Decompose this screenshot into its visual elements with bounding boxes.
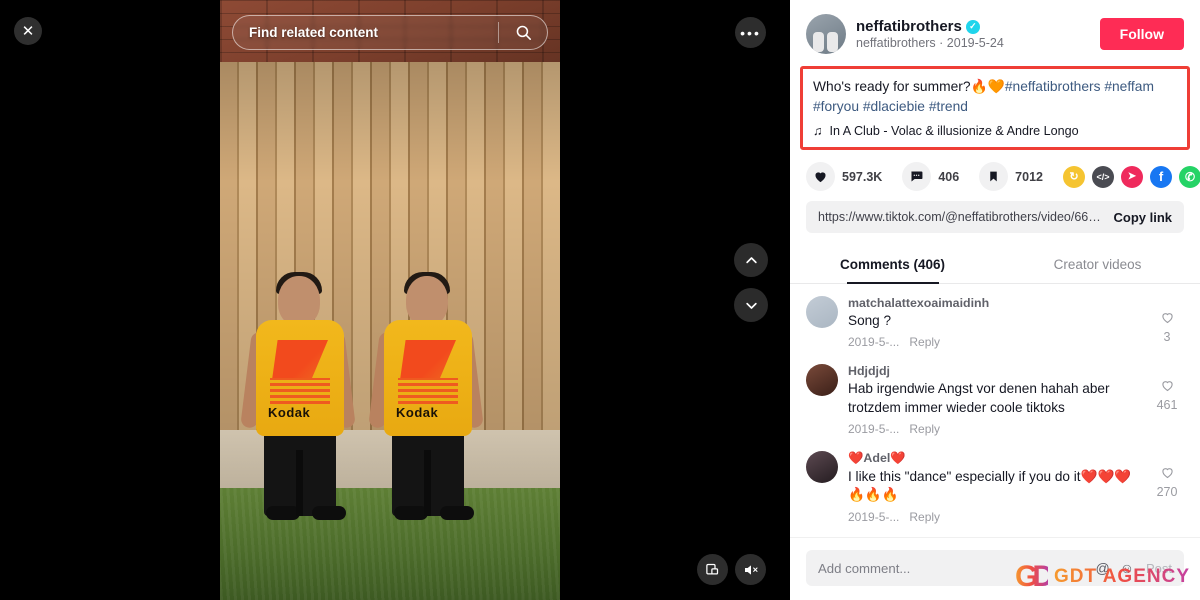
- comment-like-button[interactable]: 270: [1150, 451, 1184, 524]
- more-options-icon[interactable]: •••: [735, 17, 766, 48]
- verified-badge-icon: ✓: [965, 19, 980, 34]
- comment-like-count: 270: [1156, 485, 1178, 500]
- comment-input[interactable]: Add comment...: [818, 561, 1085, 576]
- copy-link-button[interactable]: Copy link: [1103, 210, 1172, 225]
- comment-stat[interactable]: 406: [902, 162, 959, 191]
- commenter-avatar[interactable]: [806, 451, 838, 484]
- facebook-icon[interactable]: f: [1149, 165, 1172, 188]
- comment-item: Hdjdjdj Hab irgendwie Angst vor denen ha…: [806, 364, 1184, 436]
- comment-text: Song ?: [848, 313, 892, 328]
- video-url[interactable]: https://www.tiktok.com/@neffatibrothers/…: [818, 210, 1103, 224]
- music-title[interactable]: In A Club - Volac & illusionize & Andre …: [829, 124, 1078, 138]
- author-username[interactable]: neffatibrothers: [856, 18, 962, 35]
- music-row[interactable]: ♫ In A Club - Volac & illusionize & Andr…: [813, 124, 1177, 138]
- engagement-stats-row: 597.3K 406 7012 ↻ </> ➤ f ✆: [790, 150, 1200, 201]
- tab-comments[interactable]: Comments (406): [790, 247, 995, 283]
- commenter-name[interactable]: Hdjdjdj: [848, 364, 1140, 378]
- subject-head: [278, 276, 320, 326]
- related-content-search[interactable]: Find related content: [232, 15, 548, 50]
- comment-reply-button[interactable]: Reply: [909, 510, 940, 524]
- like-count: 597.3K: [842, 169, 883, 184]
- subject-shirt: Kodak: [384, 320, 472, 436]
- tiktok-video-page: Kodak Kodak ✕ ••• Find related content n…: [0, 0, 1200, 600]
- caption-annotation-box: Who's ready for summer?🔥🧡#neffatibrother…: [800, 66, 1190, 150]
- author-name-row[interactable]: neffatibrothers ✓: [856, 18, 1100, 35]
- search-icon[interactable]: [499, 24, 547, 41]
- bookmark-count: 7012: [1015, 169, 1043, 184]
- comment-icon[interactable]: [902, 162, 932, 191]
- comment-like-button[interactable]: 461: [1150, 364, 1184, 436]
- picture-in-picture-icon[interactable]: [697, 554, 728, 585]
- commenter-avatar[interactable]: [806, 364, 838, 397]
- emoji-icon[interactable]: ☺: [1120, 560, 1134, 576]
- music-note-icon: ♫: [813, 124, 823, 138]
- subject-shirt: Kodak: [256, 320, 344, 436]
- whatsapp-icon[interactable]: ✆: [1178, 165, 1200, 188]
- comment-reply-button[interactable]: Reply: [909, 335, 940, 349]
- comment-item: ❤️Adel❤️ I like this "dance" especially …: [806, 451, 1184, 524]
- caption-emoji: 🔥🧡: [970, 79, 1005, 94]
- volume-muted-icon[interactable]: [735, 554, 766, 585]
- author-meta: neffatibrothers ✓ neffatibrothers · 2019…: [856, 18, 1100, 50]
- comment-item: matchalattexoaimaidinh Song ? 2019-5-...…: [806, 296, 1184, 349]
- comment-date: 2019-5-...: [848, 509, 900, 524]
- video-info-panel: neffatibrothers ✓ neffatibrothers · 2019…: [790, 0, 1200, 600]
- comment-reply-button[interactable]: Reply: [909, 422, 940, 436]
- search-input-placeholder[interactable]: Find related content: [233, 25, 498, 40]
- previous-video-button[interactable]: [734, 243, 768, 277]
- comment-text: Hab irgendwie Angst vor denen hahah aber…: [848, 381, 1110, 415]
- video-stage: Kodak Kodak ✕ ••• Find related content: [0, 0, 790, 600]
- share-options: ↻ </> ➤ f ✆ ➤: [1062, 165, 1200, 188]
- video-player[interactable]: Kodak Kodak: [220, 0, 560, 600]
- mention-icon[interactable]: @: [1095, 560, 1109, 576]
- telegram-icon[interactable]: ➤: [1120, 165, 1143, 188]
- comment-like-count: 461: [1156, 398, 1178, 413]
- author-row: neffatibrothers ✓ neffatibrothers · 2019…: [790, 0, 1200, 64]
- like-stat[interactable]: 597.3K: [806, 162, 882, 191]
- repost-icon[interactable]: ↻: [1062, 165, 1085, 188]
- comment-count: 406: [938, 169, 960, 184]
- panel-tabs: Comments (406) Creator videos: [790, 247, 1200, 284]
- commenter-name[interactable]: matchalattexoaimaidinh: [848, 296, 1140, 310]
- tab-creator-videos[interactable]: Creator videos: [995, 247, 1200, 283]
- bookmark-stat[interactable]: 7012: [979, 162, 1043, 191]
- video-link-row: https://www.tiktok.com/@neffatibrothers/…: [806, 201, 1184, 233]
- author-avatar[interactable]: [806, 14, 846, 54]
- caption-text: Who's ready for summer?: [813, 79, 971, 94]
- comment-like-count: 3: [1163, 330, 1171, 344]
- commenter-avatar[interactable]: [806, 296, 838, 328]
- post-comment-button[interactable]: Post: [1146, 561, 1172, 576]
- subject-head: [406, 276, 448, 326]
- video-caption: Who's ready for summer?🔥🧡#neffatibrother…: [813, 77, 1177, 117]
- comment-like-button[interactable]: 3: [1150, 296, 1184, 349]
- follow-button[interactable]: Follow: [1099, 18, 1184, 50]
- comment-composer: Add comment... @ ☺ Post: [790, 537, 1200, 600]
- close-icon[interactable]: ✕: [14, 17, 42, 45]
- commenter-name[interactable]: ❤️Adel❤️: [848, 451, 1140, 466]
- next-video-button[interactable]: [734, 288, 768, 322]
- comment-date: 2019-5-...: [848, 335, 900, 350]
- comment-date: 2019-5-...: [848, 422, 900, 437]
- author-handle-date: neffatibrothers · 2019-5-24: [856, 36, 1004, 50]
- embed-code-icon[interactable]: </>: [1091, 165, 1114, 188]
- comment-text: I like this "dance" especially if you do…: [848, 469, 1132, 503]
- comment-input-wrapper[interactable]: Add comment... @ ☺ Post: [806, 550, 1184, 586]
- heart-icon[interactable]: [806, 162, 835, 191]
- shirt-brand-text: Kodak: [268, 405, 311, 420]
- shirt-brand-text: Kodak: [396, 405, 439, 420]
- bookmark-icon[interactable]: [979, 162, 1009, 191]
